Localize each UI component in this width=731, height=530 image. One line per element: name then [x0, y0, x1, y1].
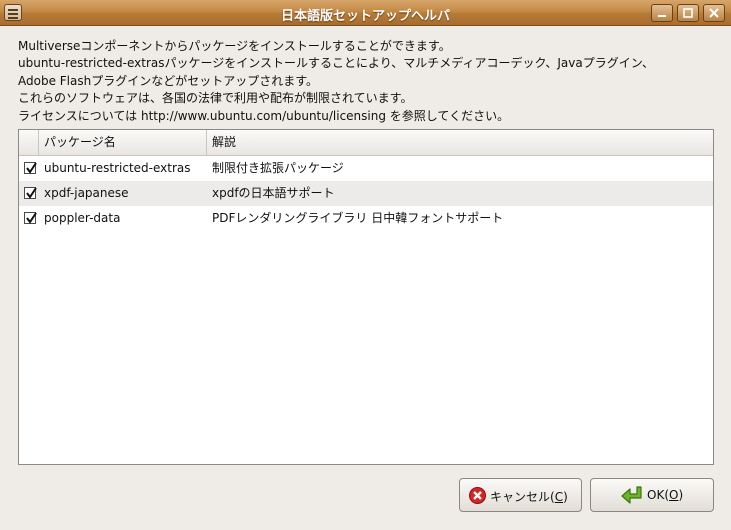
maximize-button[interactable]: [677, 4, 699, 22]
ok-button-label: OK(O): [647, 488, 684, 502]
table-row[interactable]: ubuntu-restricted-extras 制限付き拡張パッケージ: [19, 156, 713, 181]
package-checkbox[interactable]: [24, 187, 37, 199]
package-name: ubuntu-restricted-extras: [44, 161, 191, 175]
ok-arrow-icon: [621, 486, 642, 504]
package-name: xpdf-japanese: [44, 186, 129, 200]
package-description: 制限付き拡張パッケージ: [212, 161, 344, 175]
description-text: Multiverseコンポーネントからパッケージをインストールすることができます…: [18, 38, 718, 125]
description-line: ライセンスについては http://www.ubuntu.com/ubuntu/…: [18, 108, 510, 123]
cancel-button-label: キャンセル(C): [490, 490, 568, 504]
checkmark-icon: [26, 187, 37, 199]
checkmark-icon: [26, 212, 37, 224]
list-header: パッケージ名 解説: [19, 130, 713, 156]
window-title: 日本語版セットアップヘルパ: [280, 9, 450, 24]
checkmark-icon: [26, 162, 37, 174]
package-list[interactable]: パッケージ名 解説 ubuntu-restricted-extras 制限付き拡…: [18, 129, 714, 465]
ok-button[interactable]: OK(O): [590, 478, 714, 512]
package-description: xpdfの日本語サポート: [212, 186, 335, 200]
description-line: ubuntu-restricted-extrasパッケージをインストールすること…: [18, 56, 655, 71]
description-line: これらのソフトウェアは、各国の法律で利用や配布が制限されています。: [18, 91, 413, 106]
close-button[interactable]: [703, 4, 725, 22]
package-name: poppler-data: [44, 211, 121, 225]
column-header-package-name[interactable]: パッケージ名: [39, 130, 207, 155]
minimize-button[interactable]: [651, 4, 673, 22]
description-line: Multiverseコンポーネントからパッケージをインストールすることができます…: [18, 39, 451, 53]
package-checkbox[interactable]: [24, 212, 37, 224]
column-header-check[interactable]: [19, 130, 39, 155]
description-line: Adobe Flashプラグインなどがセットアップされます。: [18, 73, 319, 88]
maximize-icon: [683, 8, 693, 18]
column-header-description[interactable]: 解説: [207, 130, 713, 155]
table-row[interactable]: xpdf-japanese xpdfの日本語サポート: [19, 181, 713, 206]
package-description: PDFレンダリングライブラリ 日中韓フォントサポート: [212, 211, 504, 225]
package-checkbox[interactable]: [24, 162, 37, 174]
cancel-button[interactable]: キャンセル(C): [459, 478, 582, 512]
cancel-icon: [469, 487, 486, 504]
minimize-icon: [658, 15, 666, 17]
title-bar[interactable]: 日本語版セットアップヘルパ: [0, 0, 731, 26]
close-icon: [709, 8, 719, 18]
table-row[interactable]: poppler-data PDFレンダリングライブラリ 日中韓フォントサポート: [19, 206, 713, 231]
